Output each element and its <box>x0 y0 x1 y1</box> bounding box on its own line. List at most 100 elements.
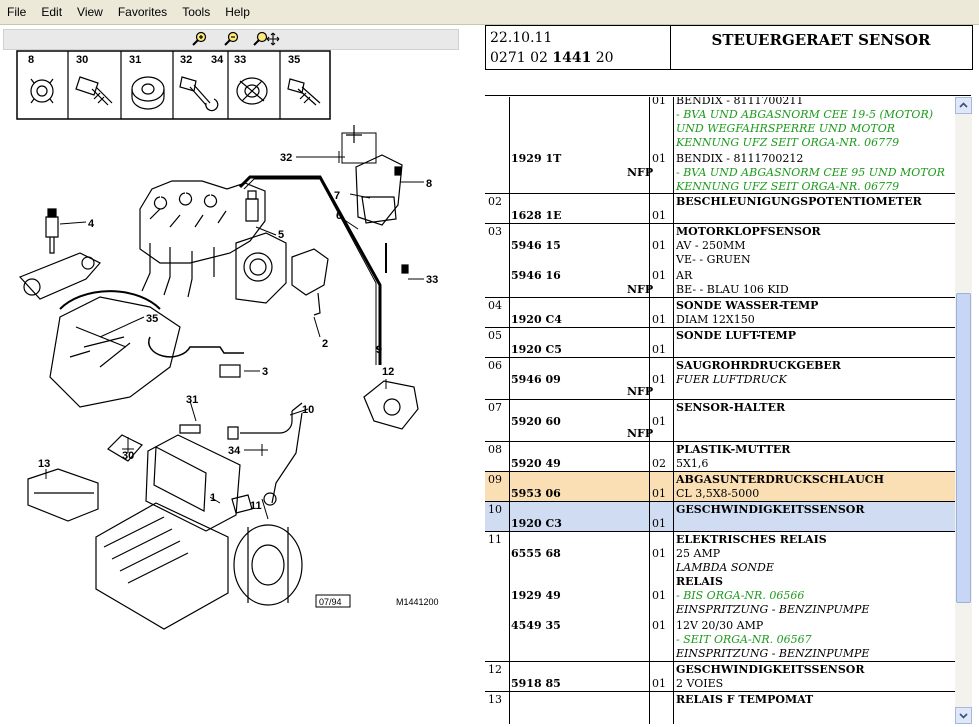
table-row[interactable]: 03 MOTORKLOPFSENSOR 5946 15 01 AV - 250M… <box>485 223 955 298</box>
ref: 5920 49 <box>511 457 561 470</box>
table-row[interactable]: 08 PLASTIK-MUTTER 5920 49 02 5X1,6 <box>485 441 955 472</box>
table-row[interactable]: 04 SONDE WASSER-TEMP 1920 C4 01 DIAM 12X… <box>485 297 955 328</box>
item-number: 07 <box>488 401 502 414</box>
description: BE- - BLAU 106 KID <box>676 283 789 296</box>
table-row[interactable]: 12 GESCHWINDIGKEITSSENSOR 5918 85 01 2 V… <box>485 661 955 692</box>
exploded-parts-diagram: 8 30 31 32 3 4 33 35 32 7 8 4 5 6 33 2 9 … <box>16 50 439 630</box>
strip-label: 35 <box>288 54 300 66</box>
nfp: NFP <box>627 283 654 296</box>
callout-number: 3 <box>262 366 268 378</box>
qty: 01 <box>652 677 666 690</box>
callout-number: 9 <box>376 344 382 356</box>
item-title: SAUGROHRDRUCKGEBER <box>676 359 841 372</box>
menu-favorites[interactable]: Favorites <box>111 0 175 24</box>
vertical-scrollbar[interactable] <box>955 97 972 724</box>
menu-tools[interactable]: Tools <box>175 0 218 24</box>
nfp: NFP <box>627 166 654 179</box>
item-number: 12 <box>488 663 502 676</box>
fasteners-strip: 8 30 31 32 34 33 35 <box>16 50 331 120</box>
qty: 01 <box>652 313 666 326</box>
item-title: ABGASUNTERDRUCKSCHLAUCH <box>676 473 884 486</box>
ref: 5946 09 <box>511 373 561 386</box>
table-row[interactable]: 06 SAUGROHRDRUCKGEBER 5946 09 01 FUER LU… <box>485 357 955 400</box>
table-row[interactable]: 11 ELEKTRISCHES RELAIS 6555 68 01 25 AMP… <box>485 531 955 662</box>
qty: 02 <box>652 457 666 470</box>
callout-number: 32 <box>280 152 292 164</box>
callout-number: 30 <box>122 450 134 462</box>
diagram-pane: 8 30 31 32 3 4 33 35 32 7 8 4 5 6 33 2 9 … <box>0 25 462 724</box>
item-title: GESCHWINDIGKEITSSENSOR <box>676 663 865 676</box>
qty: 01 <box>652 589 666 602</box>
parts-list: 01 BENDIX - 8111700211 - BVA UND ABGASNO… <box>485 97 955 724</box>
table-row[interactable]: 01 BENDIX - 8111700211 - BVA UND ABGASNO… <box>485 97 955 193</box>
qty: 01 <box>652 239 666 252</box>
menu-view[interactable]: View <box>70 0 111 24</box>
description: CL 3,5X8-5000 <box>676 487 760 500</box>
strip-label: 33 <box>234 54 246 66</box>
ref: 1929 1T <box>511 152 562 165</box>
header-title: STEUERGERAET SENSOR <box>711 31 931 49</box>
nfp: NFP <box>627 385 654 398</box>
description: BENDIX - 8111700211 <box>676 97 804 107</box>
callout-number: 5 <box>278 229 284 241</box>
item-number: 10 <box>488 503 502 516</box>
callout-number: 31 <box>186 394 198 406</box>
zoom-out-icon[interactable] <box>222 31 240 47</box>
callout-number: 4 <box>88 218 95 230</box>
ref: 1628 1E <box>511 209 562 222</box>
parts-header: 22.10.11 0271 02 1441 20 STEUERGERAET SE… <box>485 25 973 70</box>
ref: 4549 35 <box>511 619 561 632</box>
header-part-number: 0271 02 1441 20 <box>490 50 614 66</box>
item-number: 02 <box>488 195 502 208</box>
strip-label: 8 <box>28 54 34 66</box>
callout-number: 10 <box>302 404 314 416</box>
item-title: RELAIS F TEMPOMAT <box>676 693 814 706</box>
qty: 01 <box>652 415 666 428</box>
callout-number: 12 <box>382 366 394 378</box>
stamp-ref: M1441200 <box>396 597 439 607</box>
qty: 01 <box>652 619 666 632</box>
strip-label: 31 <box>129 54 141 66</box>
item-title: SONDE WASSER-TEMP <box>676 299 819 312</box>
table-row-highlighted[interactable]: 09 ABGASUNTERDRUCKSCHLAUCH 5953 06 01 CL… <box>485 471 955 502</box>
description: DIAM 12X150 <box>676 313 755 326</box>
vacuum-hose-drawing <box>238 125 409 365</box>
menu-file[interactable]: File <box>0 0 34 24</box>
table-row[interactable]: 13 RELAIS F TEMPOMAT <box>485 691 955 724</box>
description-note: - BVA UND ABGASNORM CEE 95 UND MOTOR KEN… <box>676 166 945 193</box>
description: 25 AMP <box>676 547 721 560</box>
callout-number: 6 <box>336 210 342 222</box>
table-row[interactable]: 05 SONDE LUFT-TEMP 1920 C5 01 <box>485 327 955 358</box>
description: VE- - GRUEN <box>676 253 751 266</box>
zoom-in-icon[interactable] <box>190 31 208 47</box>
diagram-stamp: 07/94 M1441200 <box>315 594 439 608</box>
item-number: 11 <box>488 533 502 546</box>
callout-number: 13 <box>38 458 50 470</box>
callout-number: 35 <box>146 313 158 325</box>
callout-number: 11 <box>250 500 262 512</box>
ref: 1929 49 <box>511 589 561 602</box>
strip-label: 32 <box>180 54 192 66</box>
scroll-down-button[interactable] <box>955 707 972 724</box>
qty: 01 <box>652 373 666 386</box>
menu-help[interactable]: Help <box>218 0 258 24</box>
description: BENDIX - 8111700212 <box>676 152 804 165</box>
callout-number: 2 <box>322 338 328 350</box>
table-row-selected[interactable]: 10 GESCHWINDIGKEITSSENSOR 1920 C3 01 <box>485 501 955 532</box>
menu-edit[interactable]: Edit <box>34 0 70 24</box>
description-note: - BVA UND ABGASNORM CEE 19-5 (MOTOR) UND… <box>676 108 934 149</box>
scroll-up-button[interactable] <box>955 97 972 114</box>
item-title: SONDE LUFT-TEMP <box>676 329 796 342</box>
parts-pane: 22.10.11 0271 02 1441 20 STEUERGERAET SE… <box>485 25 979 724</box>
qty: 01 <box>652 343 666 356</box>
table-row[interactable]: 07 SENSOR-HALTER 5920 60 01 NFP <box>485 399 955 442</box>
scrollbar-thumb[interactable] <box>956 293 971 603</box>
item-title: BESCHLEUNIGUNGSPOTENTIOMETER <box>676 195 922 208</box>
description: 12V 20/30 AMP <box>676 619 764 632</box>
ecu-drawing <box>27 380 419 630</box>
description-note: - BIS ORGA-NR. 06566 <box>676 589 805 602</box>
part-bold: 1441 <box>552 50 592 66</box>
table-row[interactable]: 02 BESCHLEUNIGUNGSPOTENTIOMETER 1628 1E … <box>485 193 955 224</box>
header-divider <box>670 26 671 69</box>
pan-zoom-icon[interactable] <box>252 31 280 47</box>
